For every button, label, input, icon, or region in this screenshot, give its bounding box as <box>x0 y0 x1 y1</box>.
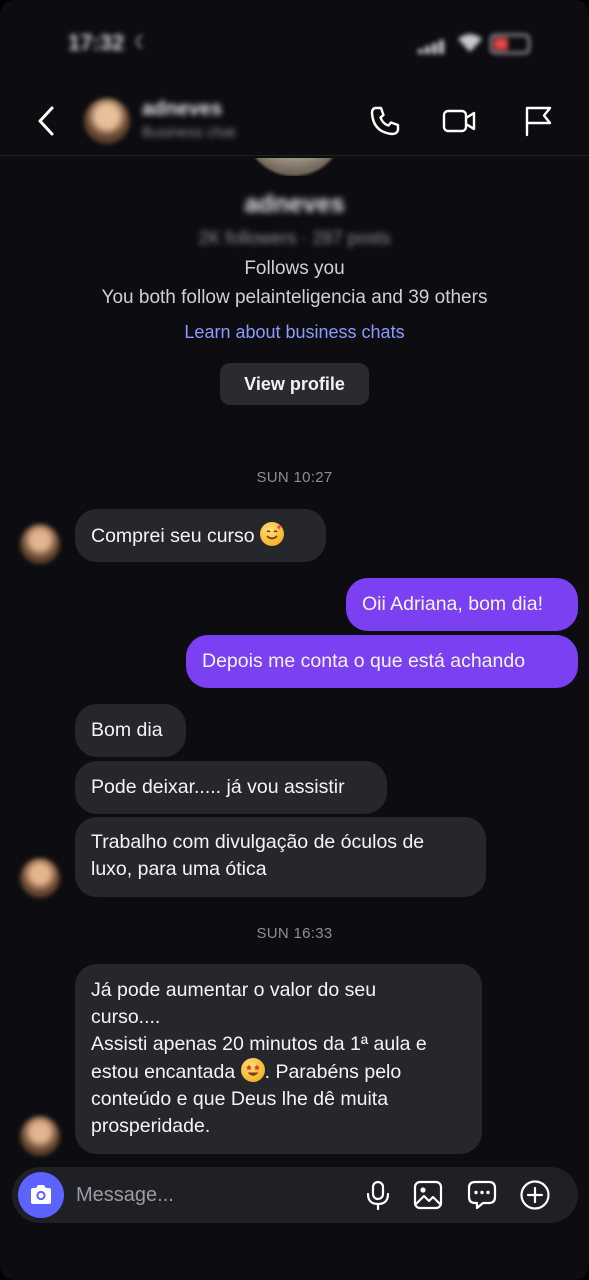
timestamp: SUN 10:27 <box>256 469 333 486</box>
message-text-line: prosperidade. <box>91 1115 211 1137</box>
follows-you-label: Follows you <box>244 258 345 279</box>
message-bubble[interactable]: Bom dia <box>75 704 186 757</box>
learn-business-chats-link[interactable]: Learn about business chats <box>0 322 589 343</box>
message-text: Depois me conta o que está achando <box>202 650 526 672</box>
message-text: . Parabéns pelo <box>264 1061 402 1083</box>
message-text-line: Já pode aumentar o valor do seu <box>91 979 377 1001</box>
back-icon[interactable] <box>34 104 62 138</box>
mic-icon[interactable] <box>362 1179 394 1211</box>
smiling-face-with-hearts-icon <box>260 522 285 546</box>
message-text: Bom dia <box>91 719 163 741</box>
plus-icon[interactable] <box>519 1179 551 1211</box>
status-time: 17:32 <box>68 30 125 55</box>
message-text: estou encantada <box>91 1061 236 1083</box>
signal-icon <box>418 38 448 54</box>
message-text-line: Assisti apenas 20 minutos da 1ª aula e <box>91 1033 427 1055</box>
video-icon[interactable] <box>442 104 476 138</box>
avatar[interactable] <box>20 858 60 898</box>
flag-icon[interactable] <box>522 104 556 138</box>
timestamp: SUN 16:33 <box>256 925 333 942</box>
sticker-icon[interactable] <box>466 1179 498 1211</box>
wifi-icon <box>458 34 482 52</box>
gallery-icon[interactable] <box>412 1179 444 1211</box>
profile-username: adneves <box>244 190 345 218</box>
battery-icon <box>490 34 530 54</box>
message-bubble[interactable]: Trabalho com divulgação de óculos de lux… <box>75 817 486 897</box>
view-profile-button[interactable]: View profile <box>220 363 369 405</box>
message-text-line: conteúdo e que Deus lhe dê muita <box>91 1088 389 1110</box>
message-bubble[interactable]: Já pode aumentar o valor do seu curso...… <box>75 964 482 1154</box>
message-text-line: curso.... <box>91 1006 161 1028</box>
avatar[interactable] <box>84 98 130 144</box>
status-bar: 17:32 ☾ <box>0 28 589 62</box>
message-bubble[interactable]: Pode deixar..... já vou assistir <box>75 761 387 814</box>
message-text: Pode deixar..... já vou assistir <box>91 776 345 798</box>
moon-icon: ☾ <box>134 32 151 52</box>
message-bubble[interactable]: Comprei seu curso <box>75 509 326 562</box>
message-text: Comprei seu curso <box>91 525 255 547</box>
mutual-followers-label: You both follow pelainteligencia and 39 … <box>101 287 488 308</box>
star-struck-icon <box>240 1058 265 1082</box>
camera-icon <box>31 1185 51 1204</box>
message-text-line: estou encantada . Parabéns pelo <box>91 1058 466 1086</box>
chat-screen: 17:32 ☾ adneves Business chat adneves 2K… <box>0 0 589 1280</box>
header-name[interactable]: adneves <box>142 98 222 121</box>
message-composer <box>12 1167 578 1223</box>
message-bubble[interactable]: Oii Adriana, bom dia! <box>346 578 578 631</box>
message-text-line: luxo, para uma ótica <box>91 858 267 880</box>
profile-stats: 2K followers · 287 posts <box>198 228 391 248</box>
message-bubble[interactable]: Depois me conta o que está achando <box>186 635 578 688</box>
avatar[interactable] <box>20 524 60 564</box>
message-text: Oii Adriana, bom dia! <box>362 593 544 615</box>
message-input[interactable] <box>76 1181 336 1209</box>
camera-button[interactable] <box>18 1172 64 1218</box>
phone-icon[interactable] <box>368 104 402 138</box>
avatar[interactable] <box>20 1116 60 1156</box>
header-subtitle: Business chat <box>142 124 236 141</box>
chat-header: adneves Business chat <box>0 90 589 156</box>
message-text-line: Trabalho com divulgação de óculos de <box>91 831 425 853</box>
